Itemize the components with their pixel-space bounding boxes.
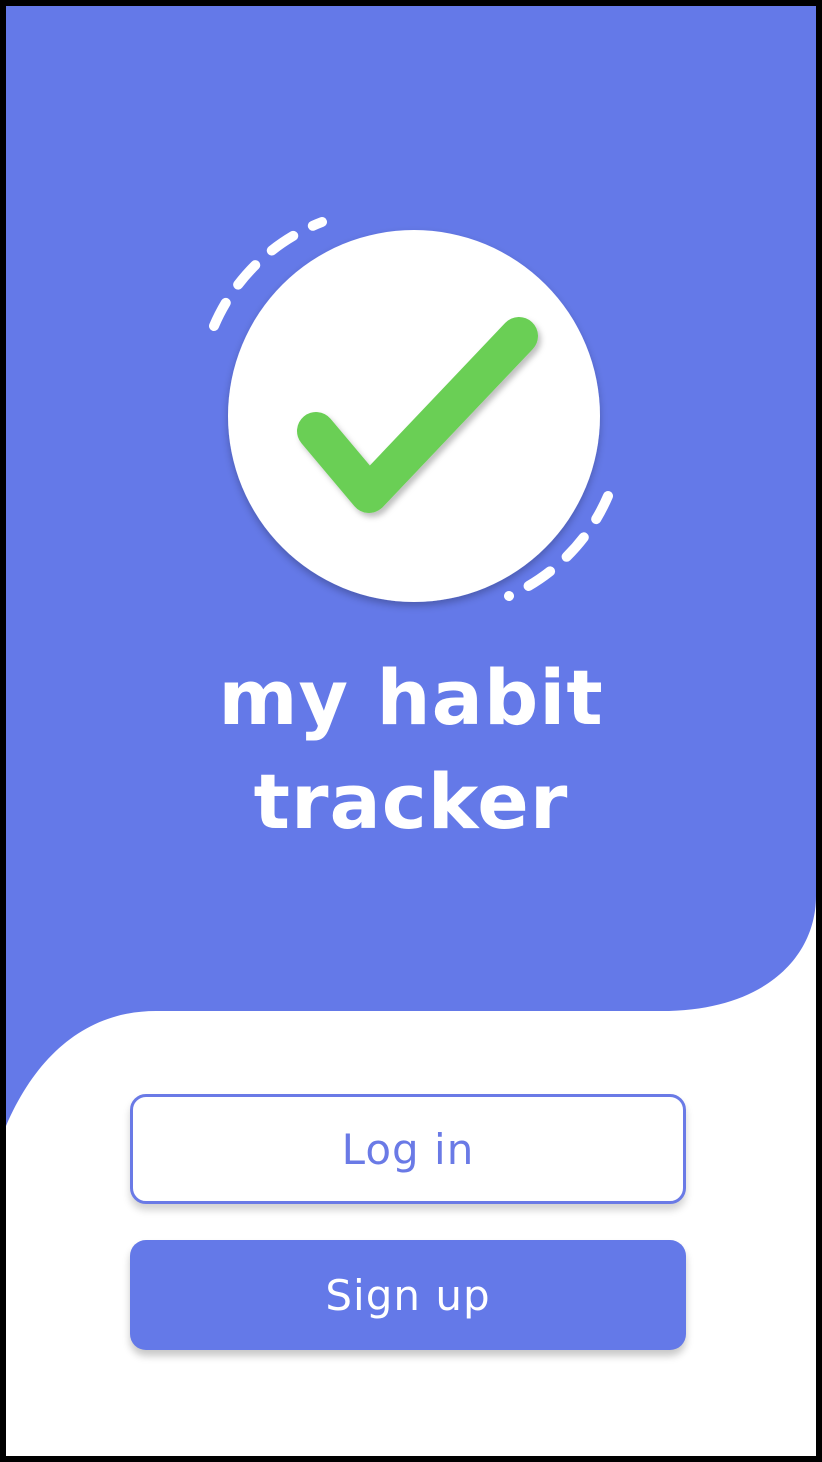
check-circle-icon (209, 217, 613, 602)
app-screen: my habit tracker Log in Sign up (6, 6, 816, 1456)
app-title-line2: tracker (253, 757, 569, 846)
signup-button[interactable]: Sign up (130, 1240, 686, 1350)
app-title: my habit tracker (6, 646, 816, 854)
login-button[interactable]: Log in (130, 1094, 686, 1204)
app-title-line1: my habit (218, 653, 604, 742)
